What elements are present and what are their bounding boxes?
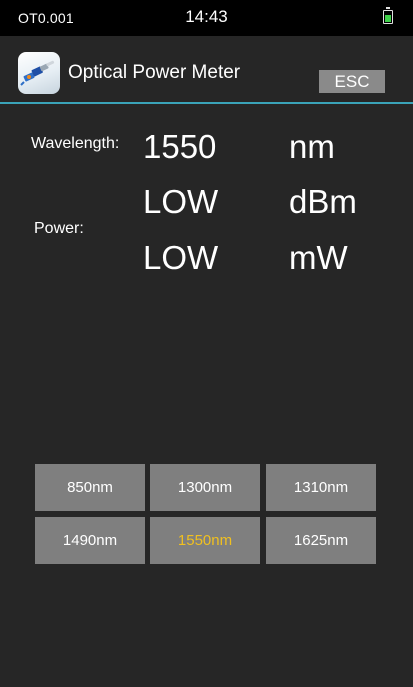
title-bar: Optical Power Meter ESC (0, 36, 413, 104)
optical-fiber-connector-icon (18, 52, 60, 94)
power-dbm-unit: dBm (289, 183, 357, 220)
wavelength-1310-button[interactable]: 1310nm (266, 464, 376, 511)
power-dbm-value: LOW (143, 183, 219, 220)
esc-button[interactable]: ESC (319, 70, 385, 93)
wavelength-1490-button[interactable]: 1490nm (35, 517, 145, 564)
app-title: Optical Power Meter (68, 62, 241, 83)
wavelength-1625-button[interactable]: 1625nm (266, 517, 376, 564)
battery-level (385, 15, 391, 22)
power-label: Power: (34, 220, 84, 237)
clock: 14:43 (185, 7, 228, 26)
status-bar: OT0.001 14:43 (0, 0, 413, 36)
power-mw-unit: mW (289, 239, 348, 276)
wavelength-unit: nm (289, 128, 335, 165)
wavelength-850-button[interactable]: 850nm (35, 464, 145, 511)
power-mw-value: LOW (143, 239, 219, 276)
wavelength-value: 1550 (143, 128, 217, 165)
battery-icon (383, 7, 393, 24)
wavelength-1300-button[interactable]: 1300nm (150, 464, 260, 511)
power-meter-screen: OT0.001 14:43 Optical Power Meter ESC Wa… (0, 0, 413, 687)
wavelength-1550-button[interactable]: 1550nm (150, 517, 260, 564)
wavelength-label: Wavelength: (31, 135, 120, 152)
